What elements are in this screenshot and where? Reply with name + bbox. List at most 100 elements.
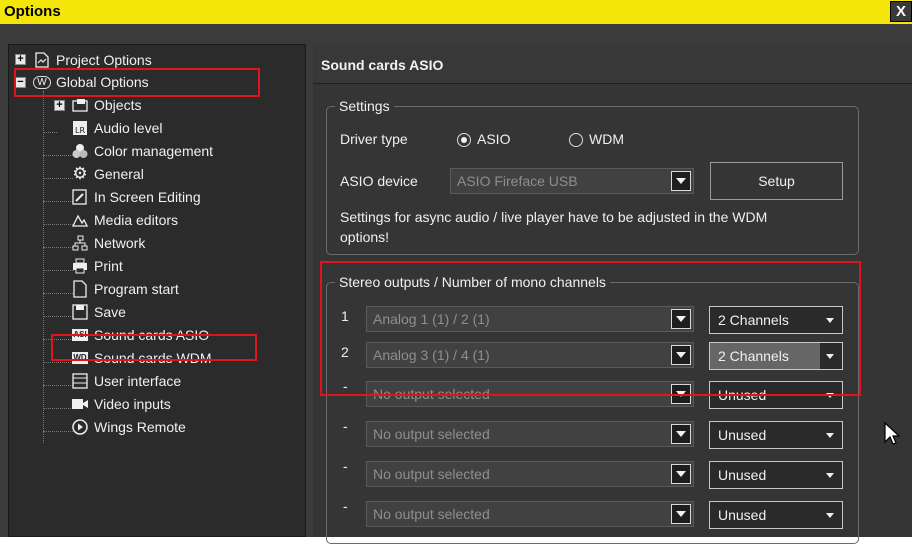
tree-item-save[interactable]: Save: [71, 301, 126, 323]
highlight-stereo-outputs: [320, 261, 861, 396]
window-title-bar: Options X: [0, 0, 912, 24]
gear-icon: ⚙: [72, 164, 88, 183]
tree-item-user-interface[interactable]: User interface: [71, 370, 181, 392]
output-row-number: -: [343, 458, 348, 474]
tree-item-print[interactable]: Print: [71, 255, 123, 277]
panel-header: Sound cards ASIO: [313, 44, 912, 84]
asio-device-label: ASIO device: [340, 173, 418, 189]
tree-item-label: Print: [94, 258, 123, 274]
tree-item-label: Objects: [94, 97, 142, 113]
project-options-icon: [33, 51, 51, 69]
driver-wdm-radio[interactable]: [569, 133, 583, 147]
tree-item-label: Save: [94, 304, 126, 320]
in-screen-editing-icon: [71, 188, 89, 206]
tree-item-wings-remote[interactable]: Wings Remote: [71, 416, 186, 438]
channel-count-select[interactable]: Unused: [709, 461, 843, 489]
tree-item-audio-level[interactable]: LR Audio level: [71, 117, 163, 139]
tree-item-label: In Screen Editing: [94, 189, 201, 205]
tree-line: [43, 293, 73, 294]
tree-line: [43, 224, 73, 225]
dropdown-arrow-icon[interactable]: [671, 504, 691, 524]
tree-item-objects[interactable]: Objects: [71, 94, 141, 116]
user-interface-icon: [71, 372, 89, 390]
panel-title: Sound cards ASIO: [321, 57, 444, 73]
tree-item-label: Color management: [94, 143, 214, 159]
options-tree[interactable]: + Project Options − W Global Options + O…: [8, 44, 306, 537]
color-management-icon: [71, 142, 89, 160]
objects-icon: [71, 96, 89, 114]
video-camera-icon: [71, 395, 89, 413]
driver-wdm-label[interactable]: WDM: [589, 131, 624, 147]
tree-line: [43, 132, 57, 133]
tree-line: [43, 178, 73, 179]
channel-count-value: Unused: [718, 427, 767, 443]
expand-objects[interactable]: +: [54, 100, 65, 111]
tree-line: [43, 91, 44, 443]
tree-item-in-screen-editing[interactable]: In Screen Editing: [71, 186, 201, 208]
settings-note-line2: options!: [340, 229, 390, 245]
program-start-icon: [71, 280, 89, 298]
chevron-down-icon: [826, 433, 834, 438]
asio-device-value: ASIO Fireface USB: [457, 173, 578, 189]
chevron-down-icon: [826, 473, 834, 478]
svg-text:LR: LR: [75, 126, 85, 135]
tree-line: [43, 431, 73, 432]
asio-device-select[interactable]: ASIO Fireface USB: [450, 168, 694, 194]
tree-item-label: Media editors: [94, 212, 179, 228]
tree-item-label: Wings Remote: [94, 419, 186, 435]
tree-item-label: Program start: [94, 281, 179, 297]
settings-group-legend: Settings: [335, 98, 394, 114]
settings-note-line1: Settings for async audio / live player h…: [340, 209, 768, 225]
dropdown-arrow-icon[interactable]: [671, 171, 691, 191]
media-editors-icon: [71, 211, 89, 229]
tree-item-color-management[interactable]: Color management: [71, 140, 213, 162]
dropdown-arrow-icon[interactable]: [671, 424, 691, 444]
highlight-global-options: [14, 68, 260, 97]
setup-button[interactable]: Setup: [710, 162, 843, 200]
expand-project-options[interactable]: +: [15, 54, 26, 65]
tree-item-label: Audio level: [94, 120, 163, 136]
tree-item-label: User interface: [94, 373, 182, 389]
tree-item-label: Project Options: [56, 52, 152, 68]
tree-line: [43, 362, 73, 363]
tree-line: [43, 247, 73, 248]
output-select[interactable]: No output selected: [366, 461, 694, 487]
driver-asio-label[interactable]: ASIO: [477, 131, 510, 147]
tree-item-program-start[interactable]: Program start: [71, 278, 179, 300]
driver-asio-radio[interactable]: [457, 133, 471, 147]
output-select[interactable]: No output selected: [366, 501, 694, 527]
output-select-value: No output selected: [373, 466, 490, 482]
channel-count-value: Unused: [718, 467, 767, 483]
driver-type-label: Driver type: [340, 131, 408, 147]
tree-item-label: General: [94, 166, 144, 182]
tree-item-video-inputs[interactable]: Video inputs: [71, 393, 171, 415]
printer-icon: [71, 257, 89, 275]
tree-line: [43, 155, 73, 156]
output-row-number: -: [343, 418, 348, 434]
play-circle-icon: [71, 418, 89, 436]
tree-item-network[interactable]: Network: [71, 232, 145, 254]
output-select[interactable]: No output selected: [366, 421, 694, 447]
output-row-number: -: [343, 498, 348, 514]
mouse-cursor-icon: [884, 421, 901, 449]
audio-level-icon: LR: [71, 119, 89, 137]
tree-line: [43, 408, 73, 409]
output-select-value: No output selected: [373, 506, 490, 522]
highlight-sound-cards-asio: [51, 334, 257, 361]
chevron-down-icon: [826, 513, 834, 518]
channel-count-select[interactable]: Unused: [709, 421, 843, 449]
tree-line: [43, 270, 73, 271]
tree-item-general[interactable]: ⚙ General: [71, 163, 144, 185]
dropdown-arrow-icon[interactable]: [671, 464, 691, 484]
tree-line: [43, 385, 73, 386]
save-icon: [71, 303, 89, 321]
channel-count-select[interactable]: Unused: [709, 501, 843, 529]
network-icon: [71, 234, 89, 252]
output-select-value: No output selected: [373, 426, 490, 442]
tree-item-label: Video inputs: [94, 396, 171, 412]
channel-count-value: Unused: [718, 507, 767, 523]
tree-line: [43, 201, 73, 202]
tree-item-media-editors[interactable]: Media editors: [71, 209, 178, 231]
close-button[interactable]: X: [890, 1, 912, 22]
window-title: Options: [4, 3, 61, 20]
